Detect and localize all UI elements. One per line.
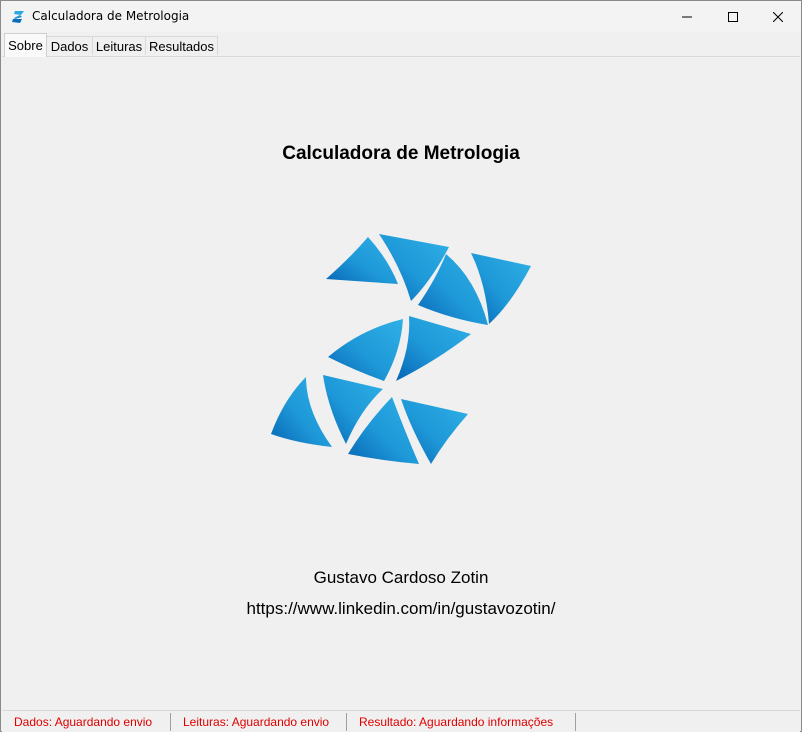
app-window: Calculadora de Metrologia Sobre Dados Le… <box>0 0 802 732</box>
close-icon <box>773 11 783 22</box>
window-title: Calculadora de Metrologia <box>32 9 190 23</box>
linkedin-link[interactable]: https://www.linkedin.com/in/gustavozotin… <box>1 599 801 619</box>
tab-strip: Sobre Dados Leituras Resultados <box>2 32 800 57</box>
close-button[interactable] <box>755 1 801 32</box>
tab-dados[interactable]: Dados <box>46 36 93 55</box>
about-title: Calculadora de Metrologia <box>282 143 520 164</box>
minimize-icon <box>682 16 692 17</box>
status-resultado: Resultado: Aguardando informações <box>347 713 576 731</box>
author-name: Gustavo Cardoso Zotin <box>313 568 489 587</box>
status-leituras: Leituras: Aguardando envio <box>171 713 347 731</box>
z-logo-image <box>271 234 531 464</box>
status-dados: Dados: Aguardando envio <box>2 713 171 731</box>
minimize-button[interactable] <box>664 1 710 32</box>
tab-sobre[interactable]: Sobre <box>4 33 47 57</box>
maximize-button[interactable] <box>710 1 756 32</box>
tab-leituras[interactable]: Leituras <box>92 36 146 55</box>
tab-resultados[interactable]: Resultados <box>145 36 218 55</box>
app-z-logo-icon <box>12 11 24 23</box>
maximize-icon <box>728 11 738 22</box>
title-bar[interactable]: Calculadora de Metrologia <box>1 1 801 32</box>
status-bar: Dados: Aguardando envio Leituras: Aguard… <box>2 710 800 732</box>
